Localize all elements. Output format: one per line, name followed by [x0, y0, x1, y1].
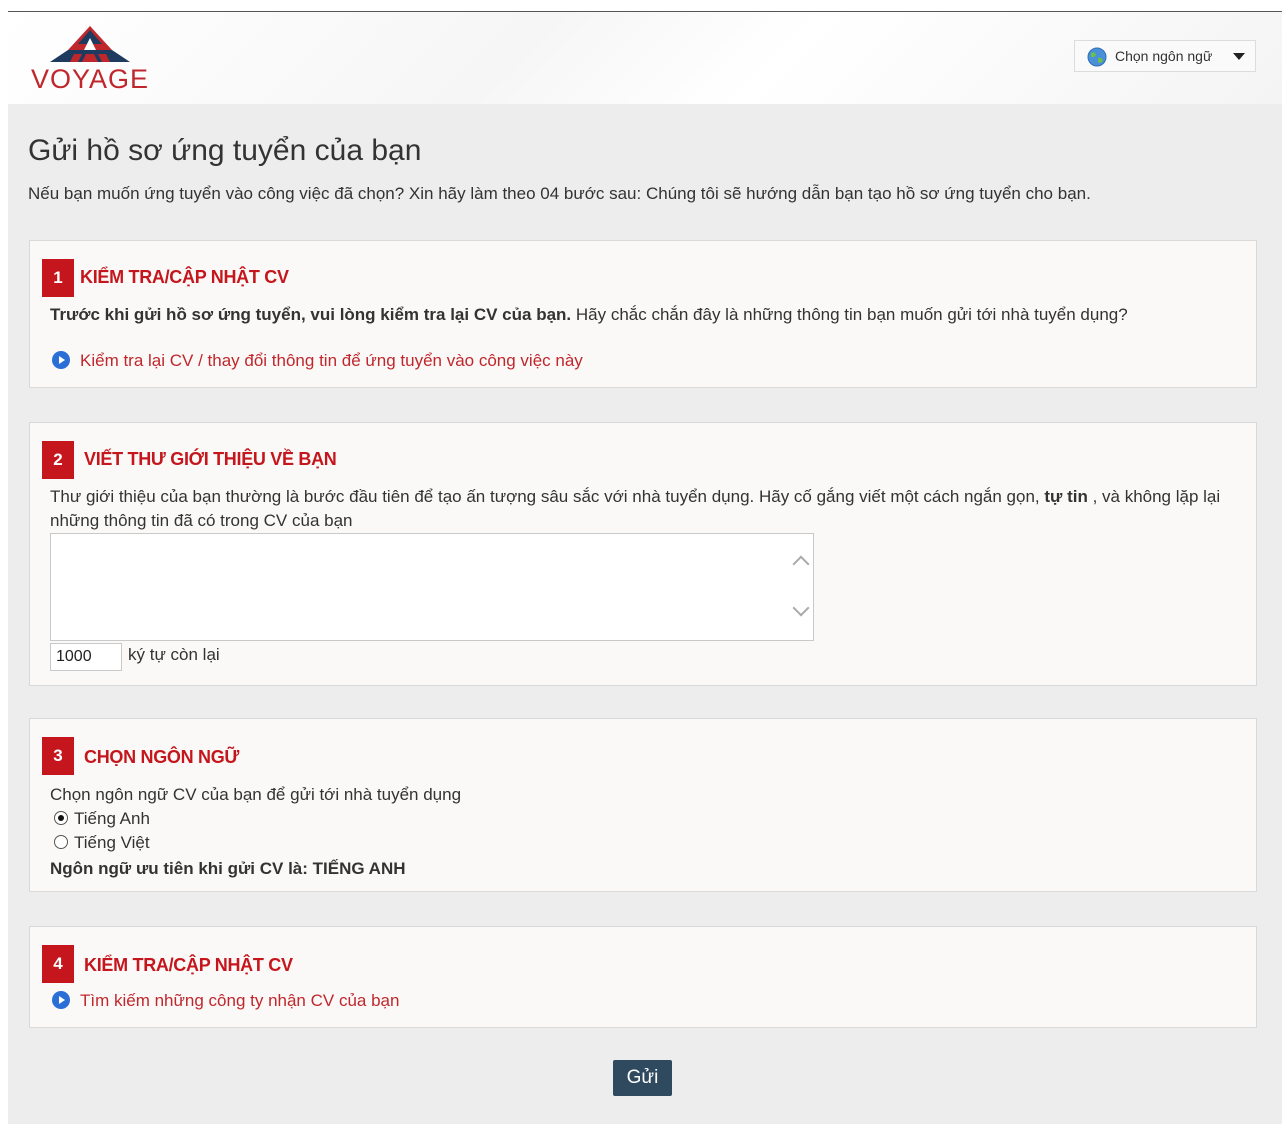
step-3-title: CHỌN NGÔN NGỮ — [84, 747, 240, 767]
scroll-up-icon[interactable] — [792, 555, 810, 573]
logo-text: VOYAGE — [30, 64, 150, 94]
logo-icon — [50, 26, 130, 62]
step-4-title: KIỂM TRA/CẬP NHẬT CV — [84, 955, 293, 975]
cover-letter-textarea[interactable] — [50, 533, 814, 641]
radio-button[interactable] — [54, 835, 68, 849]
chevron-down-icon — [1233, 53, 1245, 60]
step-2-card: 2 VIẾT THƯ GIỚI THIỆU VỀ BẠN Thư giới th… — [29, 422, 1257, 686]
globe-icon — [1087, 47, 1107, 67]
page-title: Gửi hồ sơ ứng tuyển của bạn — [28, 134, 422, 167]
step-2-text-bold: tự tin — [1044, 487, 1088, 506]
language-selector-label: Chọn ngôn ngữ — [1115, 48, 1213, 64]
language-selector[interactable]: Chọn ngôn ngữ — [1074, 40, 1256, 72]
check-cv-link-label: Kiểm tra lại CV / thay đổi thông tin để … — [80, 351, 583, 370]
step-1-card: 1 KIỂM TRA/CẬP NHẬT CV Trước khi gửi hồ … — [29, 240, 1257, 388]
step-2-title: VIẾT THƯ GIỚI THIỆU VỀ BẠN — [84, 449, 337, 469]
voyage-logo[interactable]: VOYAGE — [28, 24, 152, 94]
radio-button[interactable] — [54, 811, 68, 825]
preferred-language-text: Ngôn ngữ ưu tiên khi gửi CV là: TIẾNG AN… — [50, 859, 406, 878]
find-companies-link-label: Tìm kiếm những công ty nhận CV của bạn — [80, 991, 400, 1010]
radio-label-english: Tiếng Anh — [74, 809, 150, 828]
main-content: Gửi hồ sơ ứng tuyển của bạn Nếu bạn muốn… — [8, 104, 1282, 1124]
radio-option-english[interactable]: Tiếng Anh — [54, 809, 150, 829]
page-intro: Nếu bạn muốn ứng tuyển vào công việc đã … — [28, 184, 1091, 203]
step-4-number: 4 — [42, 945, 74, 983]
step-3-number: 3 — [42, 737, 74, 775]
play-circle-icon — [52, 991, 70, 1009]
find-companies-link[interactable]: Tìm kiếm những công ty nhận CV của bạn — [52, 991, 399, 1011]
radio-option-vietnamese[interactable]: Tiếng Việt — [54, 833, 150, 853]
step-3-prompt: Chọn ngôn ngữ CV của bạn để gửi tới nhà … — [50, 785, 462, 804]
step-1-number: 1 — [42, 259, 74, 297]
step-1-title: KIỂM TRA/CẬP NHẬT CV — [80, 267, 289, 287]
step-1-text: Hãy chắc chắn đây là những thông tin bạn… — [571, 305, 1128, 324]
play-circle-icon — [52, 351, 70, 369]
step-3-card: 3 CHỌN NGÔN NGỮ Chọn ngôn ngữ CV của bạn… — [29, 718, 1257, 892]
step-2-text-before: Thư giới thiệu của bạn thường là bước đầ… — [50, 487, 1045, 506]
chars-remaining-label: ký tự còn lại — [128, 645, 220, 664]
check-cv-link[interactable]: Kiểm tra lại CV / thay đổi thông tin để … — [52, 351, 583, 371]
site-header: VOYAGE Chọn ngôn ngữ — [8, 12, 1282, 104]
step-1-bold-text: Trước khi gửi hồ sơ ứng tuyển, vui lòng … — [50, 305, 572, 324]
chars-remaining-field: 1000 — [50, 643, 122, 671]
step-2-description: Thư giới thiệu của bạn thường là bước đầ… — [50, 485, 1246, 533]
step-4-card: 4 KIỂM TRA/CẬP NHẬT CV Tìm kiếm những cô… — [29, 926, 1257, 1028]
radio-label-vietnamese: Tiếng Việt — [74, 833, 150, 852]
scroll-down-icon[interactable] — [792, 599, 810, 617]
submit-button[interactable]: Gửi — [613, 1060, 672, 1096]
step-2-number: 2 — [42, 441, 74, 479]
step-1-description: Trước khi gửi hồ sơ ứng tuyển, vui lòng … — [50, 303, 1128, 327]
